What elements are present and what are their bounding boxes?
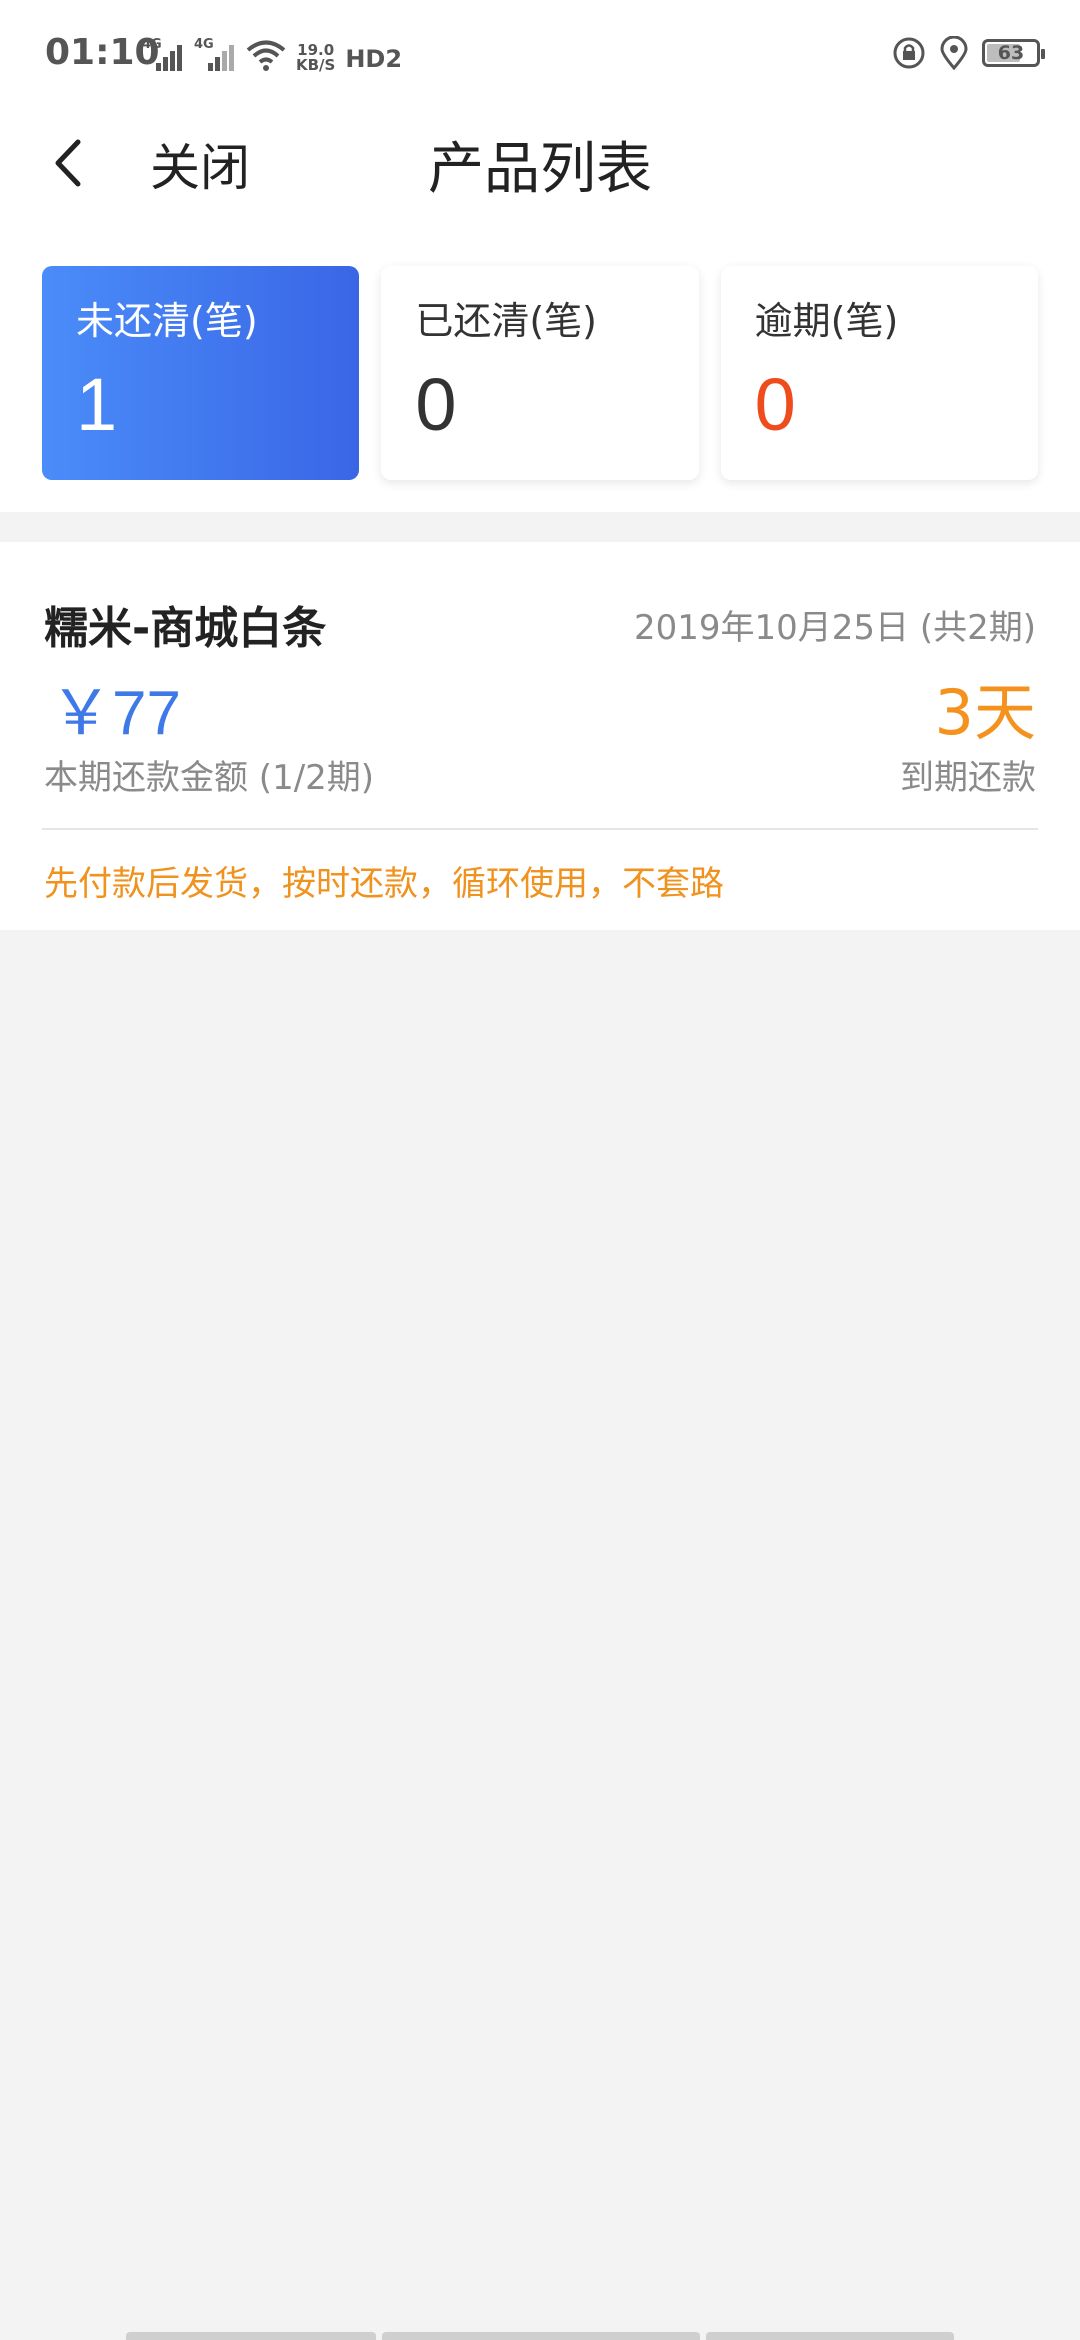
signal-icon: 4G xyxy=(142,37,184,73)
tab-paid[interactable]: 已还清(笔) 0 xyxy=(381,266,699,480)
tab-unpaid[interactable]: 未还清(笔) 1 xyxy=(42,266,360,480)
close-button[interactable]: 关闭 xyxy=(150,128,250,200)
days-until-due: 3天 xyxy=(934,676,1036,749)
speed-unit: KB/S xyxy=(296,56,336,74)
header-area: 01:10 4G 4G 19.0 KB/S HD2 63 产品列表 关闭 未还清… xyxy=(0,0,1080,512)
nav-bar: 产品列表 关闭 xyxy=(0,110,1080,210)
status-bar: 01:10 4G 4G 19.0 KB/S HD2 63 xyxy=(0,0,1080,110)
stat-label: 逾期(笔) xyxy=(754,299,899,343)
divider xyxy=(42,828,1038,830)
product-date: 2019年10月25日 (共2期) xyxy=(633,608,1036,648)
bottom-nav-hint xyxy=(382,2332,700,2340)
product-slogan: 先付款后发货，按时还款，循环使用，不套路 xyxy=(44,864,724,904)
stat-value: 0 xyxy=(754,363,796,446)
stat-value: 0 xyxy=(415,363,457,446)
status-right-icons: 63 xyxy=(892,36,1045,70)
status-icons: 4G 4G 19.0 KB/S HD2 xyxy=(142,33,402,73)
repayment-amount: ￥77 xyxy=(50,679,181,748)
due-label: 到期还款 xyxy=(900,758,1036,798)
bottom-nav-hint xyxy=(126,2332,376,2340)
stat-label: 已还清(笔) xyxy=(415,299,597,343)
tab-overdue[interactable]: 逾期(笔) 0 xyxy=(720,266,1038,480)
network-type: 4G xyxy=(142,37,162,52)
stat-cards: 未还清(笔) 1 已还清(笔) 0 逾期(笔) 0 xyxy=(42,266,1038,480)
hd-voice-icon: HD2 xyxy=(345,45,403,73)
repayment-amount-label: 本期还款金额 (1/2期) xyxy=(44,758,375,798)
product-name: 糯米-商城白条 xyxy=(44,603,327,654)
product-card[interactable]: 糯米-商城白条 2019年10月25日 (共2期) ￥77 3天 本期还款金额 … xyxy=(0,542,1080,930)
stat-label: 未还清(笔) xyxy=(76,299,258,343)
network-speed: 19.0 KB/S xyxy=(296,43,335,73)
stat-value: 1 xyxy=(76,363,118,446)
battery-icon: 63 xyxy=(982,39,1045,67)
location-icon xyxy=(940,36,968,70)
battery-level: 63 xyxy=(997,42,1025,64)
rotation-lock-icon xyxy=(893,37,925,69)
network-type: 4G xyxy=(194,37,214,52)
signal-icon: 4G xyxy=(194,37,236,73)
wifi-icon xyxy=(246,40,286,71)
bottom-nav-hint xyxy=(706,2332,954,2340)
